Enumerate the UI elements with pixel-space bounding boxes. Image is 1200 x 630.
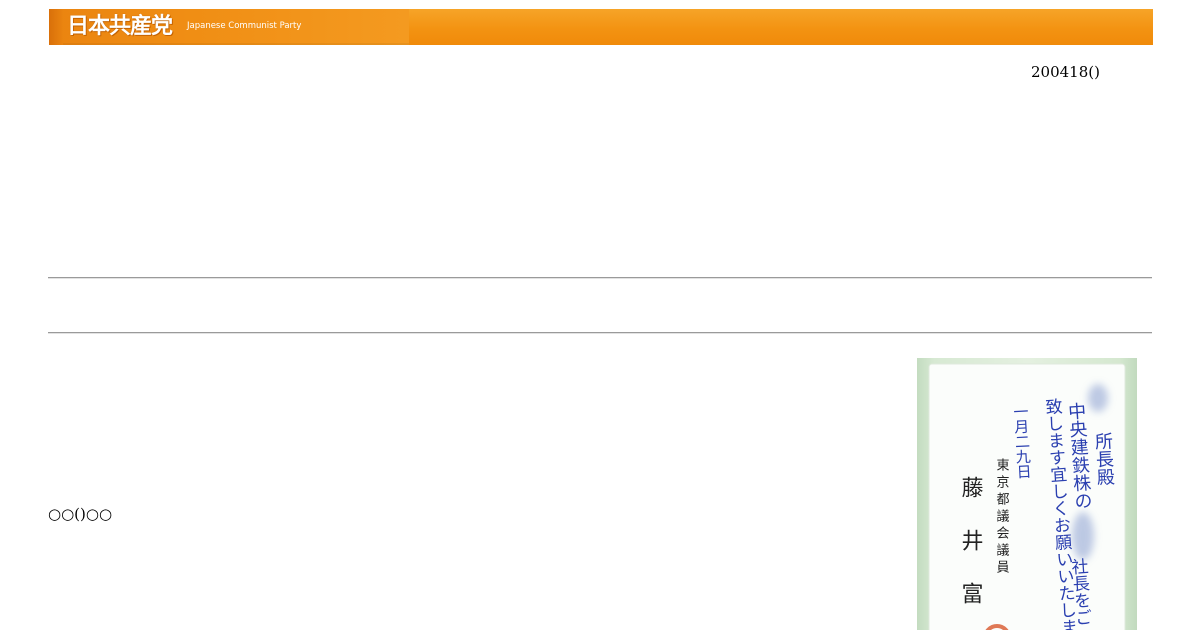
article-body-text: ○○()○○ — [48, 505, 113, 523]
page: 日本共産党 Japanese Communist Party 200418() … — [0, 0, 1200, 630]
business-card-photo: 所長殿 中央建鉄株の 社長をご 致します宜しくお願いいたします 一月二九日 東京… — [917, 358, 1137, 630]
site-header: 日本共産党 Japanese Communist Party — [49, 9, 1153, 45]
logo-text: 日本共産党 — [67, 14, 173, 39]
card-signature: 藤 井 富 — [958, 476, 984, 616]
divider-top — [48, 277, 1152, 279]
article-date: 200418() — [1031, 63, 1100, 81]
card-affiliation: 東京都議会議員 — [994, 457, 1010, 577]
divider-bottom — [48, 332, 1152, 334]
card-recipient: 所長殿 — [1092, 431, 1116, 486]
site-logo[interactable]: 日本共産党 Japanese Communist Party — [49, 9, 409, 45]
logo-subtitle: Japanese Communist Party — [187, 21, 302, 31]
blur-redaction — [1088, 384, 1108, 412]
logo-accent — [49, 9, 63, 45]
blur-redaction — [1072, 512, 1094, 560]
